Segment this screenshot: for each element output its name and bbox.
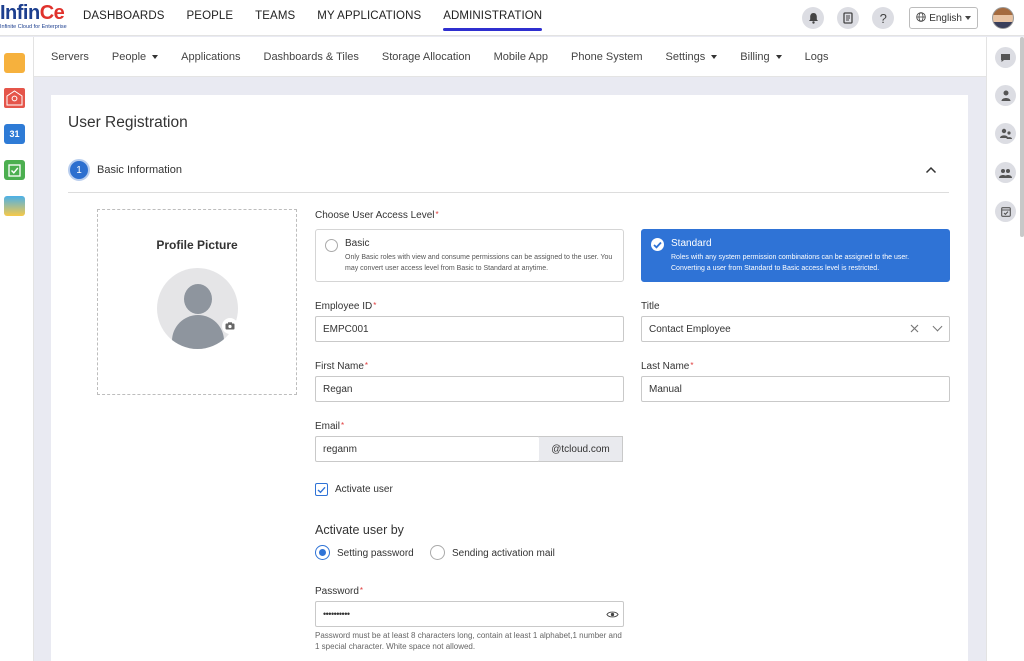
nav-administration[interactable]: ADMINISTRATION xyxy=(432,0,553,36)
language-label: English xyxy=(929,12,962,24)
section-header-basic-information[interactable]: 1 Basic Information xyxy=(68,158,949,193)
subnav-billing[interactable]: Billing xyxy=(729,51,793,63)
help-icon[interactable]: ? xyxy=(872,7,895,29)
tasks-icon[interactable] xyxy=(4,160,25,180)
employee-id-label: Employee ID* xyxy=(315,301,377,312)
brand-logo[interactable]: InfinCe Infinite Cloud for Enterprise xyxy=(0,0,67,36)
access-level-label: Choose User Access Level* xyxy=(315,210,439,221)
subnav-settings[interactable]: Settings xyxy=(654,51,729,63)
notifications-bell-icon[interactable] xyxy=(802,7,825,29)
access-level-basic-option[interactable]: Basic Only Basic roles with view and con… xyxy=(315,229,624,282)
activate-user-checkbox[interactable] xyxy=(315,483,328,496)
access-level-standard-option[interactable]: Standard Roles with any system permissio… xyxy=(641,229,950,282)
right-tool-dock xyxy=(986,37,1024,661)
camera-icon[interactable] xyxy=(222,318,238,334)
chevron-down-icon xyxy=(152,54,159,59)
step-number-badge: 1 xyxy=(68,159,90,181)
subnav-storage-allocation[interactable]: Storage Allocation xyxy=(370,51,482,63)
eye-icon[interactable] xyxy=(606,608,619,620)
user-icon[interactable] xyxy=(995,85,1016,106)
standard-description: Roles with any system permission combina… xyxy=(671,254,910,272)
chevron-down-icon xyxy=(965,16,971,20)
standard-title: Standard xyxy=(671,238,712,249)
profile-picture-label: Profile Picture xyxy=(156,238,238,252)
subnav-phone-system[interactable]: Phone System xyxy=(560,51,655,63)
registration-card: User Registration 1 Basic Information Pr… xyxy=(51,95,968,661)
setting-password-label: Setting password xyxy=(337,548,414,559)
nav-teams[interactable]: TEAMS xyxy=(244,0,306,36)
calendar-icon[interactable]: 31 xyxy=(4,124,25,144)
setting-password-radio[interactable] xyxy=(315,545,330,560)
nav-dashboards[interactable]: DASHBOARDS xyxy=(72,0,176,36)
password-label: Password* xyxy=(315,586,364,597)
sending-activation-mail-radio[interactable] xyxy=(430,545,445,560)
team-icon[interactable] xyxy=(995,162,1016,183)
check-circle-icon xyxy=(651,238,664,251)
user-avatar[interactable] xyxy=(992,7,1014,29)
subnav-people[interactable]: People xyxy=(100,51,169,63)
title-label: Title xyxy=(641,301,660,312)
basic-radio[interactable] xyxy=(325,239,338,252)
profile-picture-panel: Profile Picture xyxy=(97,209,297,395)
basic-description: Only Basic roles with view and consume p… xyxy=(345,254,613,272)
page-title: User Registration xyxy=(68,114,188,131)
first-name-label: First Name* xyxy=(315,361,369,372)
email-domain-suffix: @tcloud.com xyxy=(539,436,623,462)
employee-id-input[interactable]: EMPC001 xyxy=(315,316,624,342)
activate-user-by-heading: Activate user by xyxy=(315,523,404,537)
basic-title: Basic xyxy=(345,238,370,249)
mail-icon[interactable] xyxy=(4,88,25,108)
right-scrollbar[interactable] xyxy=(1020,37,1024,237)
tasks-clipboard-icon[interactable] xyxy=(837,7,860,29)
title-select[interactable]: Contact Employee xyxy=(641,316,950,342)
top-bar: InfinCe Infinite Cloud for Enterprise DA… xyxy=(0,0,1024,36)
folder-icon[interactable] xyxy=(4,53,25,73)
admin-subnav: Servers People Applications Dashboards &… xyxy=(34,37,986,77)
subnav-mobile-app[interactable]: Mobile App xyxy=(482,51,559,63)
calendar-check-icon[interactable] xyxy=(995,201,1016,222)
activate-user-label: Activate user xyxy=(335,484,393,495)
email-input[interactable]: reganm xyxy=(315,436,540,462)
chat-icon[interactable] xyxy=(995,47,1016,68)
user-group-icon[interactable] xyxy=(995,123,1016,144)
chevron-up-icon[interactable] xyxy=(925,163,937,177)
chevron-down-icon xyxy=(775,54,782,59)
last-name-input[interactable]: Manual xyxy=(641,376,950,402)
subnav-logs[interactable]: Logs xyxy=(793,51,840,63)
left-app-dock: 31 xyxy=(0,37,34,661)
nav-my-applications[interactable]: MY APPLICATIONS xyxy=(306,0,432,36)
chevron-down-icon[interactable] xyxy=(932,321,943,332)
sending-activation-mail-label: Sending activation mail xyxy=(452,548,555,559)
password-input[interactable]: •••••••••• xyxy=(315,601,624,627)
clear-icon[interactable] xyxy=(910,322,919,336)
subnav-servers[interactable]: Servers xyxy=(34,51,100,63)
globe-icon xyxy=(916,11,926,25)
subnav-dashboards-tiles[interactable]: Dashboards & Tiles xyxy=(252,51,370,63)
chevron-down-icon xyxy=(711,54,718,59)
email-label: Email* xyxy=(315,421,345,432)
main-nav: DASHBOARDS PEOPLE TEAMS MY APPLICATIONS … xyxy=(72,0,553,36)
language-select[interactable]: English xyxy=(909,7,978,29)
nav-people[interactable]: PEOPLE xyxy=(176,0,245,36)
last-name-label: Last Name* xyxy=(641,361,694,372)
subnav-applications[interactable]: Applications xyxy=(170,51,252,63)
first-name-input[interactable]: Regan xyxy=(315,376,624,402)
profile-placeholder-avatar[interactable] xyxy=(157,268,238,349)
photos-icon[interactable] xyxy=(4,196,25,216)
calendar-day: 31 xyxy=(9,129,20,139)
password-hint: Password must be at least 8 characters l… xyxy=(315,631,622,651)
section-title: Basic Information xyxy=(97,164,182,176)
